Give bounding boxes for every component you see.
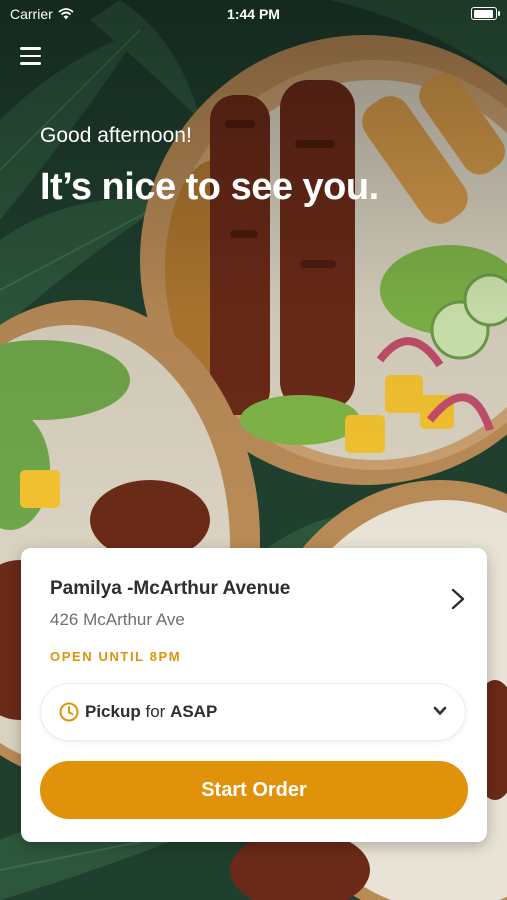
order-mode-connector: for: [145, 702, 166, 721]
status-bar: Carrier 1:44 PM: [0, 0, 507, 28]
location-address: 426 McArthur Ave: [50, 610, 185, 629]
order-card: Pamilya -McArthur Avenue 426 McArthur Av…: [21, 548, 487, 842]
clock-icon: [59, 702, 79, 722]
status-time: 1:44 PM: [227, 6, 280, 22]
pickup-label: Pickup for ASAP: [85, 702, 217, 722]
hours-status: OPEN UNTIL 8PM: [50, 649, 182, 664]
order-mode: Pickup: [85, 702, 141, 721]
chevron-down-icon: [433, 706, 447, 715]
order-time: ASAP: [170, 702, 218, 721]
location-selector[interactable]: Pamilya -McArthur Avenue 426 McArthur Av…: [50, 578, 427, 630]
chevron-right-icon[interactable]: [451, 588, 465, 610]
battery-icon: [471, 7, 500, 20]
pickup-time-selector[interactable]: Pickup for ASAP: [41, 684, 465, 740]
greeting-text: Good afternoon!: [40, 124, 192, 147]
hamburger-menu-icon[interactable]: [20, 47, 41, 65]
welcome-headline: It’s nice to see you.: [40, 166, 379, 208]
location-name: Pamilya -McArthur Avenue: [50, 578, 291, 599]
start-order-button[interactable]: Start Order: [40, 761, 468, 819]
